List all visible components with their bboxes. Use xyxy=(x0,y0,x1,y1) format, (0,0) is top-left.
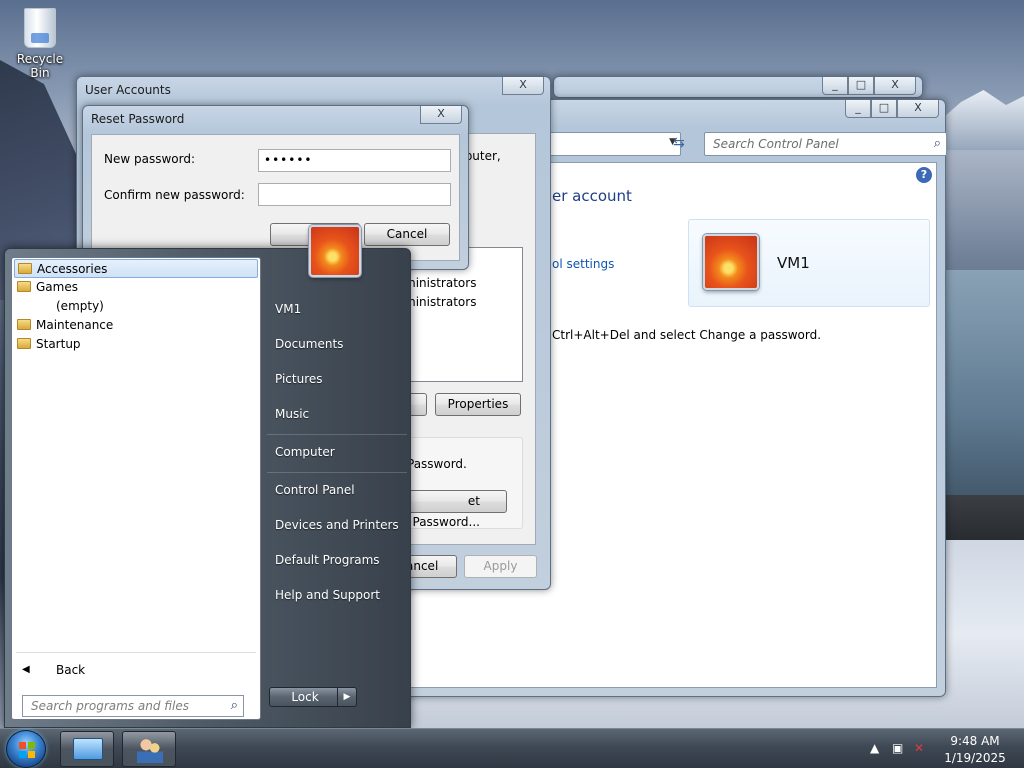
confirm-password-field[interactable] xyxy=(258,183,451,206)
background-water xyxy=(944,270,1024,510)
caption-buttons: X xyxy=(420,106,462,124)
cancel-button[interactable]: ancel xyxy=(405,555,457,578)
close-button[interactable]: X xyxy=(897,100,939,118)
start-item-devices-printers[interactable]: Devices and Printers xyxy=(275,518,399,532)
list-item[interactable]: ministrators xyxy=(398,274,522,293)
program-label: Maintenance xyxy=(36,318,114,332)
minimize-button[interactable]: _ xyxy=(822,77,848,95)
maximize-button[interactable]: □ xyxy=(871,100,897,118)
search-icon[interactable]: ⌕ xyxy=(934,136,941,151)
start-menu: Accessories Games (empty) Maintenance St… xyxy=(4,225,411,728)
caption-buttons: _ □ X xyxy=(822,77,916,95)
reset-password-button[interactable]: et Password... xyxy=(407,490,507,529)
caption-buttons: X xyxy=(502,77,544,95)
program-label: Accessories xyxy=(37,262,108,276)
programs-pane: Accessories Games (empty) Maintenance St… xyxy=(11,257,261,720)
control-panel-search-input[interactable]: Search Control Panel ⌕ xyxy=(704,132,947,156)
control-panel-back-window: _ □ X xyxy=(553,76,923,98)
close-button[interactable]: X xyxy=(874,77,916,95)
user-card: VM1 xyxy=(688,219,930,307)
list-item[interactable]: ministrators xyxy=(398,293,522,312)
password-note: Ctrl+Alt+Del and select Change a passwor… xyxy=(552,328,822,342)
taskbar: ▲ ▣ ✕ 9:48 AM 1/19/2025 xyxy=(0,728,1024,768)
minimize-button[interactable]: _ xyxy=(845,100,871,118)
background-peak xyxy=(934,90,1024,150)
confirm-password-label: Confirm new password: xyxy=(104,188,245,202)
tray-arrow-icon[interactable]: ▲ xyxy=(870,741,879,755)
shutdown-options-arrow[interactable]: ▶ xyxy=(337,687,357,707)
start-item-computer[interactable]: Computer xyxy=(275,445,335,459)
start-item-pictures[interactable]: Pictures xyxy=(275,372,323,386)
start-item-default-programs[interactable]: Default Programs xyxy=(275,553,380,567)
back-arrow-icon: ◀ xyxy=(22,664,30,675)
start-item-control-panel[interactable]: Control Panel xyxy=(275,483,355,497)
close-button[interactable]: X xyxy=(420,106,462,124)
back-label: Back xyxy=(56,663,86,677)
refresh-icon[interactable]: ⇆ xyxy=(673,135,685,151)
start-search-input[interactable]: Search programs and files ⌕ xyxy=(22,695,244,717)
taskbar-control-panel[interactable] xyxy=(60,731,114,767)
lock-button[interactable]: Lock xyxy=(269,687,341,707)
separator xyxy=(267,472,407,473)
window-title: User Accounts xyxy=(85,83,171,97)
password-group-text: Password. xyxy=(407,457,467,471)
user-accounts-icon xyxy=(137,737,163,763)
caption-buttons: _ □ X xyxy=(845,100,939,118)
divider xyxy=(16,652,256,653)
start-item-help-support[interactable]: Help and Support xyxy=(275,588,380,602)
start-item-documents[interactable]: Documents xyxy=(275,337,343,351)
page-title: er account xyxy=(552,187,632,205)
user-name: VM1 xyxy=(777,254,810,272)
program-folder-games[interactable]: Games xyxy=(14,278,258,297)
program-label: Startup xyxy=(36,337,81,351)
apply-button[interactable]: Apply xyxy=(464,555,537,578)
program-folder-maintenance[interactable]: Maintenance xyxy=(14,316,258,335)
properties-button[interactable]: Properties xyxy=(435,393,521,416)
network-icon[interactable]: ▣ xyxy=(892,741,903,755)
search-icon[interactable]: ⌕ xyxy=(231,698,238,713)
program-label: (empty) xyxy=(56,299,104,313)
user-avatar xyxy=(309,225,361,277)
volume-muted-icon[interactable]: ✕ xyxy=(914,741,924,755)
user-avatar xyxy=(703,234,759,290)
recycle-bin-shortcut[interactable]: Recycle Bin xyxy=(8,8,72,80)
taskbar-user-accounts[interactable] xyxy=(122,731,176,767)
windows-start-icon[interactable] xyxy=(6,730,46,768)
program-folder-accessories[interactable]: Accessories xyxy=(14,259,258,278)
separator xyxy=(267,434,407,435)
search-placeholder: Search programs and files xyxy=(31,699,189,713)
help-icon[interactable]: ? xyxy=(916,167,932,183)
folder-icon xyxy=(17,281,31,292)
start-item-music[interactable]: Music xyxy=(275,407,309,421)
recycle-bin-icon xyxy=(24,8,56,48)
clock-time[interactable]: 9:48 AM xyxy=(940,734,1010,748)
folder-icon xyxy=(17,319,31,330)
close-button[interactable]: X xyxy=(502,77,544,95)
back-button[interactable]: ◀ Back xyxy=(20,660,140,680)
recycle-bin-label: Recycle Bin xyxy=(16,52,64,80)
program-empty: (empty) xyxy=(14,297,258,316)
new-password-field[interactable]: •••••• xyxy=(258,149,451,172)
cancel-button[interactable]: Cancel xyxy=(364,223,450,246)
folder-icon xyxy=(18,263,32,274)
new-password-label: New password: xyxy=(104,152,196,166)
dialog-title: Reset Password xyxy=(91,112,185,126)
maximize-button[interactable]: □ xyxy=(848,77,874,95)
reset-password-dialog: Reset Password X New password: •••••• Co… xyxy=(82,105,469,270)
control-panel-icon xyxy=(73,738,103,760)
settings-link[interactable]: ol settings xyxy=(552,257,614,271)
program-folder-startup[interactable]: Startup xyxy=(14,335,258,354)
search-placeholder: Search Control Panel xyxy=(713,137,839,151)
reset-password-body: New password: •••••• Confirm new passwor… xyxy=(91,134,460,261)
clock-date[interactable]: 1/19/2025 xyxy=(940,751,1010,765)
program-label: Games xyxy=(36,280,78,294)
folder-icon xyxy=(17,338,31,349)
start-item-user[interactable]: VM1 xyxy=(275,302,301,316)
